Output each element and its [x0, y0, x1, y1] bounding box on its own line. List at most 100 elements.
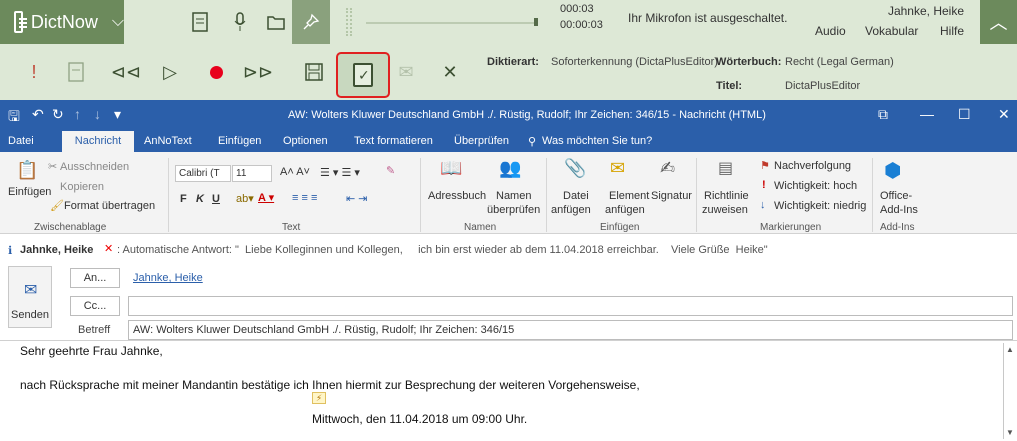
menu-hilfe[interactable]: Hilfe: [940, 24, 964, 38]
to-button[interactable]: An...: [70, 268, 120, 288]
indent-icon[interactable]: ⇤ ⇥: [346, 192, 368, 205]
chevron-down-icon: ⌵: [111, 13, 124, 30]
send-mail-button[interactable]: ✉: [386, 44, 426, 100]
signature-icon: ✍: [660, 158, 676, 178]
close-window-icon[interactable]: ✕: [998, 106, 1010, 123]
attach-item-button-2[interactable]: anfügen: [605, 204, 645, 216]
playback-position-handle[interactable]: [534, 18, 538, 26]
grow-font-icon[interactable]: A˄ A˅: [280, 166, 310, 178]
bullets-icon[interactable]: ☰ ▾ ☰ ▾: [320, 166, 360, 179]
menu-vokabular[interactable]: Vokabular: [865, 24, 918, 38]
fast-forward-button[interactable]: ⊳⊳: [238, 44, 278, 100]
attach-item-icon: ✉: [610, 158, 626, 178]
high-importance-button[interactable]: Wichtigkeit: hoch: [774, 180, 857, 192]
rewind-button[interactable]: ⊲⊲: [106, 44, 146, 100]
play-button[interactable]: ▷: [150, 44, 190, 100]
tab-einfuegen[interactable]: Einfügen: [218, 135, 261, 147]
policy-button-2[interactable]: zuweisen: [702, 204, 748, 216]
bold-button[interactable]: F: [180, 193, 187, 205]
highlight-color-icon[interactable]: ab▾: [236, 192, 254, 205]
save-icon[interactable]: 🖫: [8, 106, 20, 130]
record-icon: [209, 65, 223, 79]
playback-track[interactable]: [366, 22, 536, 24]
tell-me-search[interactable]: Was möchten Sie tun?: [542, 135, 652, 147]
group-addins: Add-Ins: [880, 222, 915, 233]
send-icon: ✉: [24, 282, 38, 299]
quick-access-icon[interactable]: ▾: [114, 106, 121, 123]
tab-nachricht[interactable]: Nachricht: [62, 131, 134, 152]
microphone-button[interactable]: [220, 0, 260, 44]
maximize-icon[interactable]: ☐: [958, 106, 971, 123]
play-icon: ▷: [163, 61, 177, 82]
divider: [420, 158, 421, 232]
paste-icon[interactable]: 📋: [16, 160, 38, 181]
smart-tag-icon[interactable]: ⚡: [312, 392, 326, 404]
save-button[interactable]: [294, 44, 334, 100]
dictnow-app-menu[interactable]: DictNow ⌵: [0, 0, 124, 44]
ribbon-display-icon[interactable]: ⧉: [878, 106, 888, 123]
font-color-icon[interactable]: A ▾: [258, 191, 274, 204]
cc-field[interactable]: [128, 296, 1013, 316]
arrow-up-icon[interactable]: ↑: [74, 106, 81, 122]
italic-button[interactable]: K: [196, 193, 204, 205]
divider: [696, 158, 697, 232]
followup-button[interactable]: Nachverfolgung: [774, 160, 851, 172]
group-text: Text: [282, 222, 301, 233]
cut-button[interactable]: Ausschneiden: [60, 161, 129, 173]
check-names-button[interactable]: Namen: [496, 190, 531, 202]
subject-field[interactable]: AW: Wolters Kluwer Deutschland GmbH ./. …: [128, 320, 1013, 340]
titel-value: DictaPlusEditor: [785, 80, 861, 92]
attach-file-button[interactable]: Datei: [563, 190, 589, 202]
addressbook-button[interactable]: Adressbuch: [428, 190, 486, 202]
arrow-down-icon[interactable]: ↓: [94, 106, 101, 122]
menu-audio[interactable]: Audio: [815, 24, 846, 38]
scroll-down-icon[interactable]: ▼: [1006, 428, 1014, 437]
document-button[interactable]: [180, 0, 220, 44]
font-name-select[interactable]: Calibri (T: [175, 165, 231, 182]
window-title: AW: Wolters Kluwer Deutschland GmbH ./. …: [288, 109, 766, 121]
fast-forward-icon: ⊳⊳: [242, 61, 274, 82]
undo-icon[interactable]: ↶: [32, 106, 44, 123]
check-names-button-2[interactable]: überprüfen: [487, 204, 540, 216]
finish-document-button[interactable]: [336, 52, 390, 98]
align-icon[interactable]: ≡ ≡ ≡: [292, 192, 317, 204]
low-importance-button[interactable]: Wichtigkeit: niedrig: [774, 200, 866, 212]
format-painter-button[interactable]: Format übertragen: [64, 200, 155, 212]
template-button[interactable]: [56, 44, 96, 100]
tab-datei[interactable]: Datei: [8, 135, 34, 147]
titel-label: Titel:: [716, 80, 743, 92]
drag-grip[interactable]: [346, 8, 352, 36]
policy-button[interactable]: Richtlinie: [704, 190, 749, 202]
pin-button[interactable]: [292, 0, 330, 44]
clear-format-icon[interactable]: ✎: [386, 164, 395, 177]
attach-file-button-2[interactable]: anfügen: [551, 204, 591, 216]
underline-button[interactable]: U: [212, 193, 220, 205]
body-scrollbar[interactable]: ▲ ▼: [1003, 343, 1017, 439]
document-icon: [192, 12, 208, 32]
office-addins-button-2[interactable]: Add-Ins: [880, 204, 918, 216]
minimize-icon[interactable]: —: [920, 106, 934, 122]
cc-button[interactable]: Cc...: [70, 296, 120, 316]
redo-icon[interactable]: ↻: [52, 106, 64, 123]
attach-item-button[interactable]: Element: [609, 190, 649, 202]
paste-button[interactable]: Einfügen: [8, 186, 51, 198]
record-button[interactable]: [196, 44, 236, 100]
tab-ueberpruefen[interactable]: Überprüfen: [454, 135, 509, 147]
alert-button[interactable]: !: [14, 44, 54, 100]
signature-button[interactable]: Signatur: [651, 190, 692, 202]
copy-button[interactable]: Kopieren: [60, 181, 104, 193]
autoreply-text: : Automatische Antwort: " Liebe Kollegin…: [117, 244, 768, 256]
pin-icon: [303, 13, 320, 30]
tab-annotext[interactable]: AnNoText: [144, 135, 192, 147]
office-addins-button[interactable]: Office-: [880, 190, 912, 202]
high-importance-icon: !: [762, 179, 766, 191]
tab-text-formatieren[interactable]: Text formatieren: [354, 135, 433, 147]
collapse-button[interactable]: ︿: [980, 0, 1017, 44]
tab-optionen[interactable]: Optionen: [283, 135, 328, 147]
group-include: Einfügen: [600, 222, 640, 233]
font-size-select[interactable]: 11: [232, 165, 272, 182]
close-dictation-button[interactable]: ✕: [430, 44, 470, 100]
scroll-up-icon[interactable]: ▲: [1006, 345, 1014, 354]
folder-button[interactable]: [256, 0, 296, 44]
to-field[interactable]: Jahnke, Heike: [128, 268, 1013, 288]
